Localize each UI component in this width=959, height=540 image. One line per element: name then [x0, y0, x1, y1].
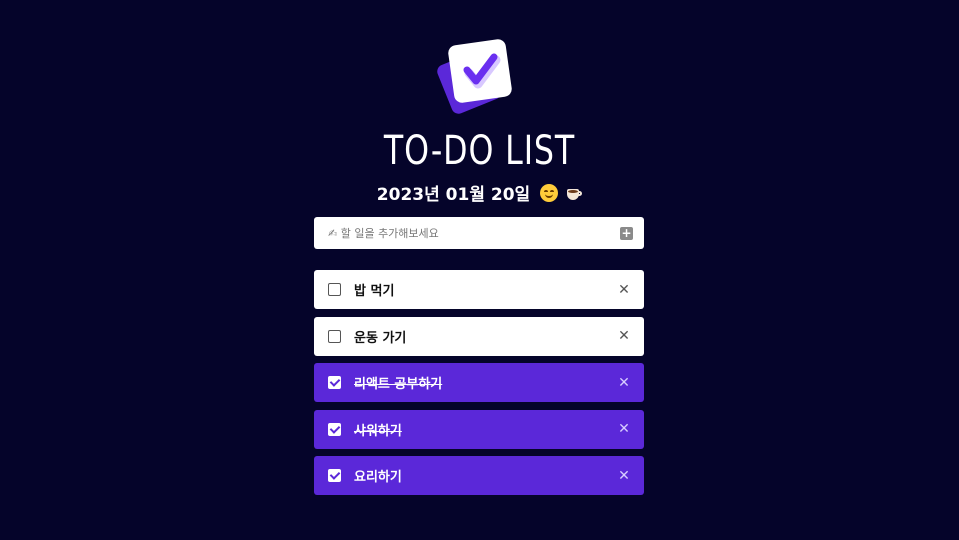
todo-label: 밥 먹기: [354, 284, 395, 299]
todo-label: 운동 가기: [354, 330, 407, 346]
todo-checkbox[interactable]: [328, 329, 341, 343]
todo-item: 밥 먹기 ✕: [314, 270, 644, 309]
close-icon[interactable]: ✕: [617, 468, 631, 484]
todo-checkbox-checked[interactable]: [328, 422, 341, 436]
todo-label: 요리하기: [354, 470, 402, 485]
todo-checkbox-checked[interactable]: [328, 469, 341, 482]
todo-item-completed: 샤워하기 ✕: [314, 409, 644, 449]
todo-item-completed: 리액트 공부하기 ✕: [314, 363, 644, 402]
smile-emoji-icon: [540, 183, 559, 202]
todo-label: 샤워하기: [354, 423, 402, 439]
close-icon[interactable]: ✕: [617, 375, 631, 391]
close-icon[interactable]: ✕: [617, 282, 631, 298]
coffee-emoji-icon: [566, 185, 583, 201]
app-logo-icon: [437, 38, 515, 116]
add-todo-input[interactable]: [328, 226, 620, 240]
add-todo-bar: +: [314, 217, 644, 249]
todo-list: 밥 먹기 ✕ 운동 가기 ✕ 리액트 공부하기 ✕ 샤워하기 ✕ 요리하기 ✕: [314, 270, 644, 503]
todo-label: 리액트 공부하기: [354, 377, 443, 392]
todo-checkbox[interactable]: [328, 283, 341, 296]
close-icon[interactable]: ✕: [617, 421, 631, 437]
todo-item: 운동 가기 ✕: [314, 316, 644, 356]
date-text: 2023년 01월 20일: [376, 185, 531, 205]
plus-icon[interactable]: +: [620, 226, 633, 240]
todo-item-completed: 요리하기 ✕: [314, 456, 644, 495]
date-heading: 2023년 01월 20일: [0, 180, 959, 205]
page-title: TO-DO LIST: [383, 128, 576, 174]
todo-checkbox-checked[interactable]: [328, 376, 341, 389]
close-icon[interactable]: ✕: [617, 328, 631, 344]
